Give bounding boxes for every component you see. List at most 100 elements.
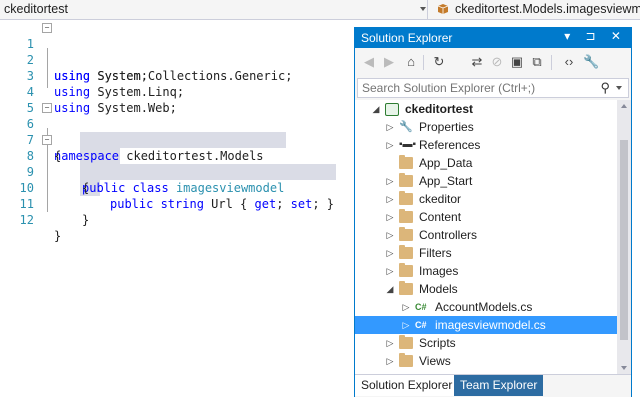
tree-item-label: Images — [419, 264, 459, 278]
csharp-file-icon: C# — [415, 302, 427, 312]
tree-item[interactable]: ▷ App_Start — [355, 172, 617, 190]
scroll-down-icon[interactable] — [621, 366, 627, 370]
show-all-files-icon[interactable]: ⧉ — [529, 54, 545, 70]
tree-item-label: imagesviewmodel.cs — [435, 318, 546, 332]
folder-icon — [399, 209, 413, 223]
type-dropdown-label: ckeditortest.Models.imagesviewmo — [455, 2, 640, 16]
collapse-icon[interactable]: − — [42, 135, 52, 145]
panel-title: Solution Explorer — [361, 31, 453, 45]
toolbar-separator — [423, 55, 424, 70]
search-box[interactable]: ⚲ — [357, 78, 629, 98]
collapsed-icon[interactable]: ▷ — [385, 226, 395, 244]
tree-item[interactable]: ▷ Views — [355, 352, 617, 370]
tree-item[interactable]: ▷ C# AccountModels.cs — [355, 298, 617, 316]
project-dropdown-label: ckeditortest — [4, 2, 68, 16]
scroll-up-icon[interactable] — [621, 104, 627, 108]
code-line: 5 — [0, 84, 352, 115]
tree-item[interactable]: ▷ ▪▬▪ References — [355, 136, 617, 154]
tree-item[interactable]: ▷ Scripts — [355, 334, 617, 352]
solution-tree[interactable]: ◢ ckeditortest ▷ 🔧 Properties ▷ ▪▬▪ References A… — [355, 100, 617, 374]
tree-item-label: App_Data — [419, 156, 473, 170]
search-icon[interactable]: ⚲ — [600, 80, 610, 96]
code-editor[interactable]: 1 − using System; 2 using System.Collect… — [0, 20, 352, 402]
project-icon — [385, 103, 399, 116]
tree-item[interactable]: ▷ 🔧 Properties — [355, 118, 617, 136]
references-icon: ▪▬▪ — [399, 139, 417, 150]
collapsed-icon[interactable]: ▷ — [401, 298, 411, 316]
tree-item[interactable]: ◢ Models — [355, 280, 617, 298]
collapsed-icon[interactable]: ▷ — [385, 352, 395, 370]
back-icon[interactable]: ◀ — [361, 54, 377, 70]
folder-icon — [399, 353, 413, 367]
code-line: 2 using System.Collections.Generic; — [0, 36, 352, 83]
forward-icon[interactable]: ▶ — [381, 54, 397, 70]
tree-item[interactable]: ▷ Filters — [355, 244, 617, 262]
tree-item[interactable]: ▷ C# imagesviewmodel.cs — [355, 316, 617, 334]
code-line: 4 using System.Web; — [0, 68, 352, 115]
tree-item-label: Controllers — [419, 228, 478, 242]
collapse-all-icon[interactable]: ▣ — [509, 54, 525, 70]
code-line: 10 public string Url { get; set; } — [0, 164, 352, 211]
wrench-icon: 🔧 — [399, 121, 413, 133]
sync-icon[interactable]: ⇄ — [469, 54, 485, 70]
collapsed-icon[interactable]: ▷ — [385, 208, 395, 226]
tree-item[interactable]: App_Data — [355, 154, 617, 172]
code-text: } — [54, 229, 62, 243]
collapse-icon[interactable]: − — [42, 103, 52, 113]
folder-icon — [399, 263, 413, 277]
collapsed-icon[interactable]: ▷ — [385, 136, 395, 154]
collapsed-icon[interactable]: ▷ — [385, 190, 395, 208]
tree-item[interactable]: ▷ Images — [355, 262, 617, 280]
solution-explorer-titlebar: Solution Explorer ▾ ⊐ ✕ — [355, 28, 631, 48]
collapsed-icon[interactable]: ▷ — [385, 334, 395, 352]
type-dropdown[interactable]: ckeditortest.Models.imagesviewmo — [433, 0, 640, 19]
folder-icon — [399, 245, 413, 259]
home-icon[interactable]: ⌂ — [403, 54, 419, 70]
code-line: 12 } — [0, 196, 352, 243]
tree-item-label: Filters — [419, 246, 452, 260]
wrench-icon[interactable]: 🔧 — [583, 54, 599, 70]
code-line: 8 − public class imagesviewmodel — [0, 132, 352, 195]
line-number: 12 — [19, 213, 34, 227]
stop-icon[interactable]: ⊘ — [489, 54, 505, 70]
solution-explorer-toolbar: ◀ ▶ ⌂ ↻ ⇄ ⊘ ▣ ⧉ ‹› 🔧 — [355, 50, 631, 76]
scrollbar-thumb[interactable] — [620, 140, 628, 340]
tab-solution-explorer[interactable]: Solution Explorer — [355, 375, 459, 396]
history-icon[interactable]: ↻ — [431, 54, 447, 70]
chevron-down-icon[interactable] — [616, 86, 622, 90]
tree-item[interactable]: ▷ Controllers — [355, 226, 617, 244]
tree-item[interactable]: ◢ ckeditortest — [355, 100, 617, 118]
chevron-down-icon[interactable] — [420, 7, 426, 11]
collapsed-icon[interactable]: ▷ — [401, 316, 411, 334]
collapsed-icon[interactable] — [385, 154, 395, 172]
code-text: } — [82, 213, 90, 227]
view-code-icon[interactable]: ‹› — [561, 54, 577, 70]
tree-item-label: Content — [419, 210, 462, 224]
project-dropdown[interactable]: ckeditortest — [0, 0, 428, 19]
tree-item-label: ckeditor — [419, 192, 462, 206]
collapsed-icon[interactable]: ▷ — [385, 172, 395, 190]
tree-item[interactable]: ▷ ckeditor — [355, 190, 617, 208]
tree-item-label: App_Start — [419, 174, 473, 188]
tree-item-label: References — [419, 138, 481, 152]
code-line: 9 { — [0, 148, 352, 195]
folder-icon — [399, 191, 413, 205]
tab-team-explorer[interactable]: Team Explorer — [454, 375, 544, 396]
expanded-icon[interactable]: ◢ — [385, 280, 395, 298]
code-line: 11 } — [0, 180, 352, 227]
panel-tabs: Solution Explorer Team Explorer — [355, 374, 631, 397]
folder-icon — [399, 173, 413, 187]
collapsed-icon[interactable]: ▷ — [385, 262, 395, 280]
collapsed-icon[interactable]: ▷ — [385, 244, 395, 262]
collapse-icon[interactable]: − — [42, 23, 52, 33]
code-line: 3 using System.Linq; — [0, 52, 352, 99]
search-input[interactable] — [362, 79, 598, 97]
tree-item-label: AccountModels.cs — [435, 300, 533, 314]
folder-icon — [399, 155, 413, 169]
vertical-scrollbar[interactable] — [617, 100, 631, 374]
collapsed-icon[interactable]: ▷ — [385, 118, 395, 136]
panel-window-controls[interactable]: ▾ ⊐ ✕ — [564, 29, 627, 43]
toolbar-separator — [551, 55, 552, 70]
tree-item[interactable]: ▷ Content — [355, 208, 617, 226]
expanded-icon[interactable]: ◢ — [371, 100, 381, 118]
